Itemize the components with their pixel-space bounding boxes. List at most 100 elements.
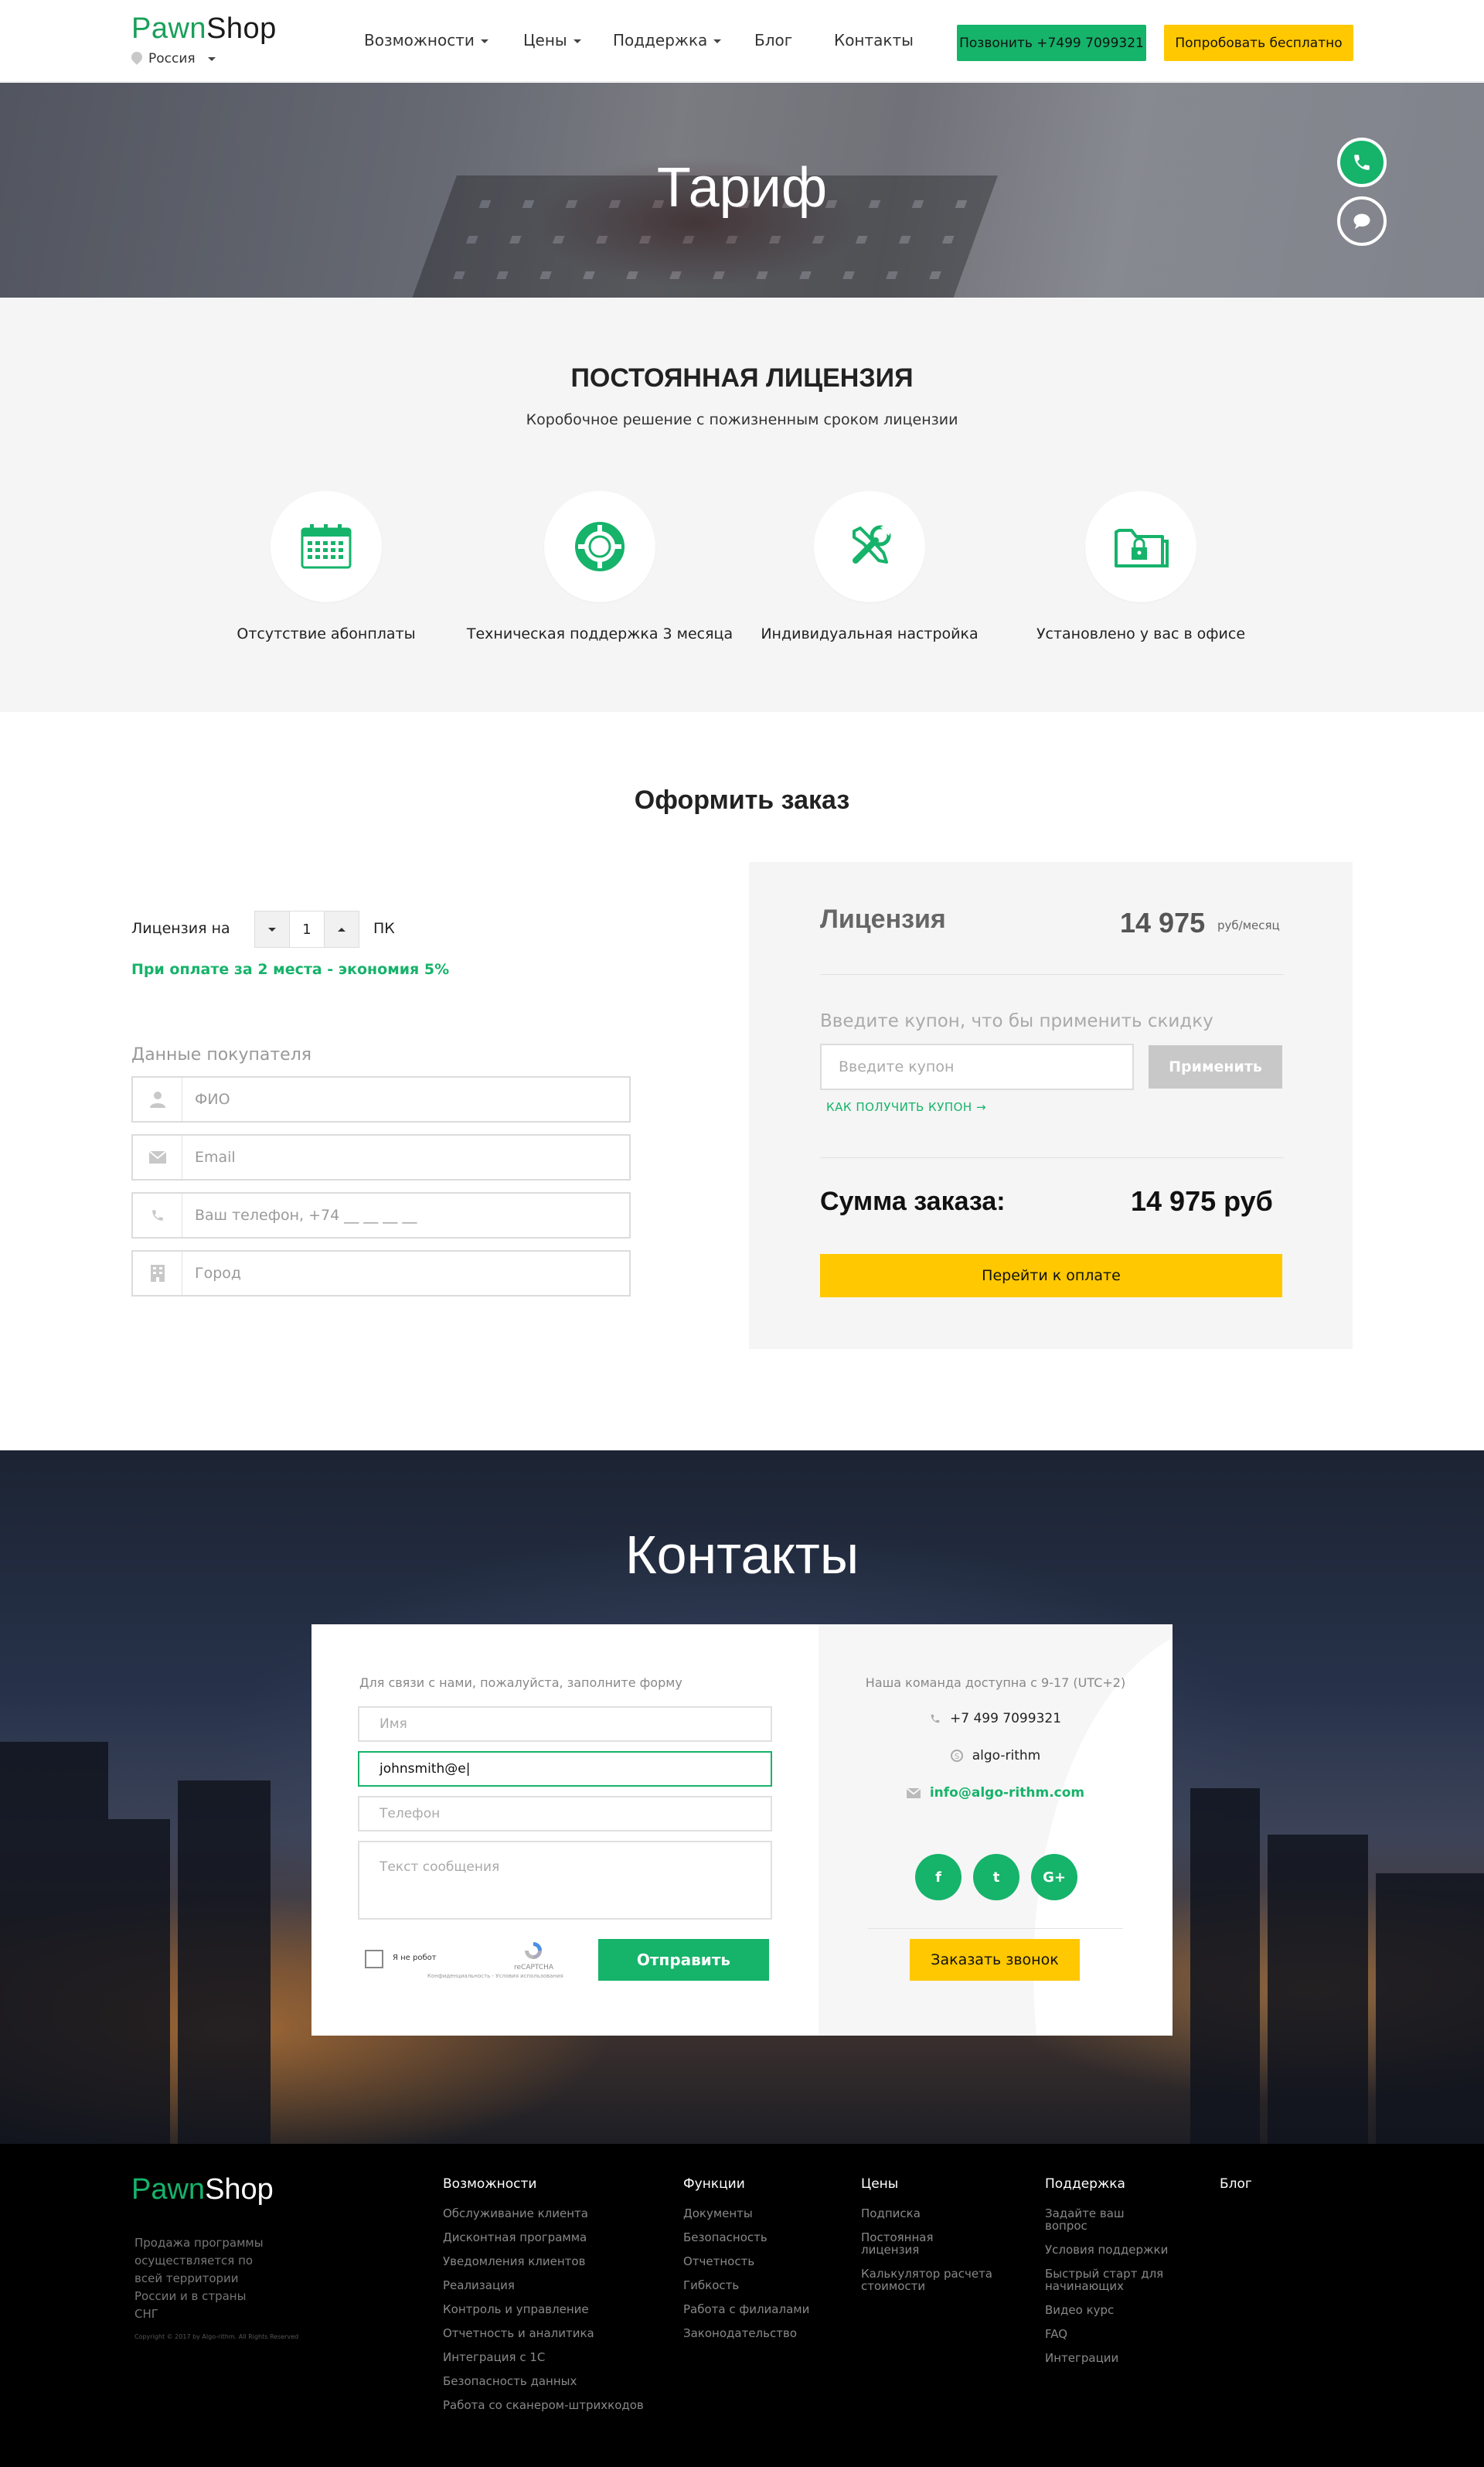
checkout-button[interactable]: Перейти к оплате bbox=[820, 1254, 1282, 1297]
order-title: Оформить заказ bbox=[634, 785, 850, 815]
quantity-unit: ПК bbox=[373, 920, 395, 937]
contact-email[interactable]: info@algo-rithm.com bbox=[819, 1785, 1173, 1801]
footer-link[interactable]: Реализация bbox=[443, 2279, 644, 2292]
footer-column-title[interactable]: Блог bbox=[1220, 2176, 1252, 2192]
footer-link[interactable]: FAQ bbox=[1045, 2328, 1169, 2340]
divider bbox=[820, 1157, 1284, 1158]
footer-link[interactable]: Условия поддержки bbox=[1045, 2244, 1169, 2256]
footer-link[interactable]: Задайте ваш вопрос bbox=[1045, 2207, 1169, 2232]
recaptcha-icon bbox=[525, 1942, 542, 1959]
footer-link[interactable]: Уведомления клиентов bbox=[443, 2255, 644, 2268]
feature-customization: Индивидуальная настройка bbox=[730, 491, 1009, 642]
footer-logo[interactable]: PawnShop bbox=[131, 2173, 274, 2206]
floating-call-button[interactable] bbox=[1337, 138, 1387, 187]
nav-prices[interactable]: Цены bbox=[523, 31, 581, 49]
skype-icon: S bbox=[950, 1750, 963, 1762]
facebook-icon[interactable]: f bbox=[915, 1854, 962, 1900]
footer-link[interactable]: Гибкость bbox=[683, 2279, 809, 2292]
form-lead: Для связи с нами, пожалуйста, заполните … bbox=[359, 1675, 682, 1690]
footer-link[interactable]: Безопасность данных bbox=[443, 2375, 644, 2387]
footer-link[interactable]: Работа с филиалами bbox=[683, 2303, 809, 2315]
footer-link[interactable]: Быстрый старт для начинающих bbox=[1045, 2268, 1169, 2292]
quantity-stepper: 1 bbox=[254, 911, 359, 948]
message-textarea[interactable]: Текст сообщения bbox=[358, 1841, 772, 1920]
phone-field[interactable]: Ваш телефон, +74 __ __ __ __ bbox=[131, 1192, 631, 1239]
contacts-section: Контакты Для связи с нами, пожалуйста, з… bbox=[0, 1450, 1484, 2144]
footer-link[interactable]: Калькулятор расчета стоимости bbox=[861, 2268, 992, 2292]
footer-column-title: Возможности bbox=[443, 2176, 537, 2192]
buyer-data-heading: Данные покупателя bbox=[131, 1045, 311, 1065]
captcha-checkbox[interactable] bbox=[365, 1950, 383, 1968]
footer-column-support: Поддержка Задайте ваш вопрос Условия под… bbox=[1045, 2176, 1169, 2376]
footer-link[interactable]: Документы bbox=[683, 2207, 809, 2220]
chevron-down-icon bbox=[713, 39, 722, 43]
footer-link[interactable]: Работа со сканером-штрихкодов bbox=[443, 2399, 644, 2411]
footer-column-title: Поддержка bbox=[1045, 2176, 1125, 2192]
nav-support[interactable]: Поддержка bbox=[613, 31, 722, 49]
feature-icon-circle bbox=[1085, 491, 1196, 602]
nav-contacts[interactable]: Контакты bbox=[834, 31, 914, 49]
nav-blog[interactable]: Блог bbox=[754, 31, 792, 49]
email-field[interactable]: Email bbox=[131, 1134, 631, 1181]
email-input[interactable]: johnsmith@e | bbox=[358, 1751, 772, 1787]
footer-link[interactable]: Видео курс bbox=[1045, 2304, 1169, 2316]
try-free-button[interactable]: Попробовать бесплатно bbox=[1164, 25, 1353, 61]
phone-icon bbox=[1354, 155, 1370, 170]
footer-link[interactable]: Интеграции bbox=[1045, 2352, 1169, 2364]
name-field[interactable]: ФИО bbox=[131, 1076, 631, 1123]
site-footer: PawnShop Продажа программы осуществляетс… bbox=[0, 2144, 1484, 2467]
footer-link[interactable]: Законодательство bbox=[683, 2327, 809, 2339]
footer-column-title: Цены bbox=[861, 2176, 899, 2192]
svg-text:S: S bbox=[955, 1753, 959, 1761]
apply-coupon-button[interactable]: Применить bbox=[1149, 1045, 1282, 1089]
floating-chat-button[interactable] bbox=[1337, 196, 1387, 246]
contact-phone[interactable]: +7 499 7099321 bbox=[819, 1711, 1173, 1726]
chevron-down-icon bbox=[480, 39, 488, 43]
feature-on-premise: Установлено у вас в офисе bbox=[1002, 491, 1280, 642]
coupon-input[interactable]: Введите купон bbox=[820, 1044, 1134, 1090]
mail-icon bbox=[148, 1151, 166, 1164]
nav-features[interactable]: Возможности bbox=[364, 31, 488, 49]
send-button[interactable]: Отправить bbox=[598, 1939, 769, 1981]
summary-price-unit: руб/месяц bbox=[1217, 918, 1280, 932]
chevron-down-icon bbox=[268, 927, 276, 932]
footer-link[interactable]: Безопасность bbox=[683, 2231, 809, 2244]
footer-column-prices: Цены Подписка Постоянная лицензия Кальку… bbox=[861, 2176, 992, 2304]
region-selector[interactable]: Россия bbox=[131, 51, 216, 66]
copyright: Copyright © 2017 by Algo-rithm. All Righ… bbox=[134, 2333, 299, 2340]
location-pin-icon bbox=[131, 52, 142, 66]
footer-link[interactable]: Отчетность и аналитика bbox=[443, 2327, 644, 2339]
city-field[interactable]: Город bbox=[131, 1250, 631, 1297]
call-button[interactable]: Позвонить +7499 7099321 bbox=[957, 25, 1146, 61]
footer-column-blog: Блог bbox=[1220, 2176, 1252, 2207]
captcha-label: Я не робот bbox=[393, 1954, 437, 1962]
footer-about: Продажа программы осуществляется по всей… bbox=[134, 2236, 264, 2321]
phone-input[interactable]: Телефон bbox=[358, 1796, 772, 1832]
lifebuoy-icon bbox=[575, 522, 625, 571]
increment-button[interactable] bbox=[325, 911, 359, 947]
quantity-value[interactable]: 1 bbox=[289, 911, 325, 947]
how-to-get-coupon-link[interactable]: КАК ПОЛУЧИТЬ КУПОН → bbox=[826, 1100, 986, 1114]
summary-price: 14 975 bbox=[1120, 907, 1206, 939]
coupon-prompt: Введите купон, что бы применить скидку bbox=[820, 1011, 1213, 1031]
footer-link[interactable]: Постоянная лицензия bbox=[861, 2231, 992, 2256]
contact-skype[interactable]: S algo-rithm bbox=[819, 1748, 1173, 1763]
order-total-label: Сумма заказа: bbox=[820, 1187, 1006, 1216]
footer-link[interactable]: Отчетность bbox=[683, 2255, 809, 2268]
footer-link[interactable]: Контроль и управление bbox=[443, 2303, 644, 2315]
feature-label: Индивидуальная настройка bbox=[761, 625, 979, 642]
summary-license-label: Лицензия bbox=[820, 905, 946, 934]
twitter-icon[interactable]: t bbox=[973, 1854, 1019, 1900]
site-header: PawnShop Россия Возможности Цены Поддерж… bbox=[0, 0, 1484, 82]
footer-link[interactable]: Обслуживание клиента bbox=[443, 2207, 644, 2220]
name-input[interactable]: Имя bbox=[358, 1706, 772, 1742]
license-section: ПОСТОЯННАЯ ЛИЦЕНЗИЯ Коробочное решение с… bbox=[0, 298, 1484, 712]
decrement-button[interactable] bbox=[255, 911, 289, 947]
footer-link[interactable]: Подписка bbox=[861, 2207, 992, 2220]
logo[interactable]: PawnShop bbox=[131, 12, 277, 46]
footer-link[interactable]: Дисконтная программа bbox=[443, 2231, 644, 2244]
google-plus-icon[interactable]: G+ bbox=[1031, 1854, 1077, 1900]
request-callback-button[interactable]: Заказать звонок bbox=[910, 1939, 1080, 1981]
footer-link[interactable]: Интеграция с 1С bbox=[443, 2351, 644, 2363]
recaptcha-logo: reCAPTCHA bbox=[514, 1940, 553, 1971]
